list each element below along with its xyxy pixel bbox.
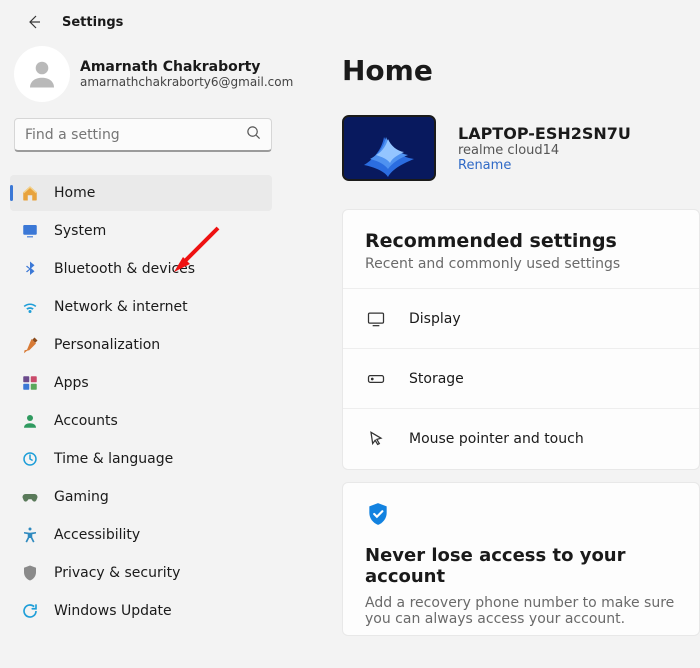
sidebar-item-label: System: [54, 223, 106, 239]
sidebar-item-label: Accounts: [54, 413, 118, 429]
device-name: LAPTOP-ESH2SN7U: [458, 124, 631, 143]
main-content: Home LAPTOP-ESH2SN7U realme cloud14 Rena…: [342, 54, 700, 636]
accounts-icon: [20, 411, 40, 431]
account-email: amarnathchakraborty6@gmail.com: [80, 75, 293, 89]
sidebar-item-label: Network & internet: [54, 299, 188, 315]
setting-row-storage[interactable]: Storage: [343, 349, 699, 409]
shield-icon: [20, 563, 40, 583]
settings-title: Settings: [62, 15, 123, 30]
device-summary: LAPTOP-ESH2SN7U realme cloud14 Rename: [342, 115, 700, 181]
sidebar-item-label: Accessibility: [54, 527, 140, 543]
home-icon: [20, 183, 40, 203]
setting-label: Mouse pointer and touch: [409, 431, 584, 447]
sidebar-item-personalization[interactable]: Personalization: [10, 327, 272, 363]
account-backup-card: Never lose access to your account Add a …: [342, 482, 700, 636]
back-button[interactable]: [24, 12, 44, 32]
backup-body: Add a recovery phone number to make sure…: [365, 595, 677, 627]
page-title: Home: [342, 54, 700, 87]
setting-row-mouse[interactable]: Mouse pointer and touch: [343, 409, 699, 469]
sidebar-item-label: Home: [54, 185, 95, 201]
account-name: Amarnath Chakraborty: [80, 59, 293, 75]
rename-link[interactable]: Rename: [458, 158, 631, 173]
sidebar-item-label: Windows Update: [54, 603, 172, 619]
sidebar-item-accounts[interactable]: Accounts: [10, 403, 272, 439]
apps-icon: [20, 373, 40, 393]
sidebar-item-label: Privacy & security: [54, 565, 180, 581]
sidebar-item-label: Time & language: [54, 451, 173, 467]
sidebar-item-system[interactable]: System: [10, 213, 272, 249]
sidebar-item-gaming[interactable]: Gaming: [10, 479, 272, 515]
account-text: Amarnath Chakraborty amarnathchakraborty…: [80, 59, 293, 89]
setting-label: Display: [409, 311, 461, 327]
sidebar-item-bluetooth[interactable]: Bluetooth & devices: [10, 251, 272, 287]
search-icon: [246, 125, 261, 144]
sidebar-item-privacy[interactable]: Privacy & security: [10, 555, 272, 591]
clock-globe-icon: [20, 449, 40, 469]
cursor-icon: [365, 429, 387, 449]
storage-icon: [365, 369, 387, 389]
sidebar-item-accessibility[interactable]: Accessibility: [10, 517, 272, 553]
update-icon: [20, 601, 40, 621]
user-icon: [24, 56, 60, 92]
settings-header: Settings: [0, 0, 700, 38]
brush-icon: [20, 335, 40, 355]
sidebar-item-label: Apps: [54, 375, 89, 391]
sidebar-item-apps[interactable]: Apps: [10, 365, 272, 401]
sidebar-item-label: Gaming: [54, 489, 109, 505]
setting-row-display[interactable]: Display: [343, 289, 699, 349]
display-icon: [365, 309, 387, 329]
sidebar-item-label: Personalization: [54, 337, 160, 353]
sidebar-item-time-language[interactable]: Time & language: [10, 441, 272, 477]
recommended-subtitle: Recent and commonly used settings: [365, 256, 677, 272]
search-input[interactable]: [25, 127, 246, 143]
bloom-icon: [344, 117, 434, 179]
accessibility-icon: [20, 525, 40, 545]
recommended-settings-card: Recommended settings Recent and commonly…: [342, 209, 700, 470]
device-wallpaper-thumb: [342, 115, 436, 181]
sidebar-item-label: Bluetooth & devices: [54, 261, 195, 277]
sidebar-item-network[interactable]: Network & internet: [10, 289, 272, 325]
sidebar: Home System Bluetooth & devices Network …: [0, 175, 286, 631]
gamepad-icon: [20, 487, 40, 507]
search-box[interactable]: [14, 118, 272, 152]
avatar: [14, 46, 70, 102]
recommended-title: Recommended settings: [365, 230, 677, 252]
backup-title: Never lose access to your account: [365, 545, 677, 587]
shield-check-icon: [365, 501, 677, 531]
device-info: LAPTOP-ESH2SN7U realme cloud14 Rename: [458, 124, 631, 173]
setting-label: Storage: [409, 371, 464, 387]
back-arrow-icon: [26, 14, 42, 30]
system-icon: [20, 221, 40, 241]
recommended-header: Recommended settings Recent and commonly…: [343, 210, 699, 289]
sidebar-item-update[interactable]: Windows Update: [10, 593, 272, 629]
bluetooth-icon: [20, 259, 40, 279]
device-model: realme cloud14: [458, 143, 631, 158]
sidebar-item-home[interactable]: Home: [10, 175, 272, 211]
wifi-icon: [20, 297, 40, 317]
